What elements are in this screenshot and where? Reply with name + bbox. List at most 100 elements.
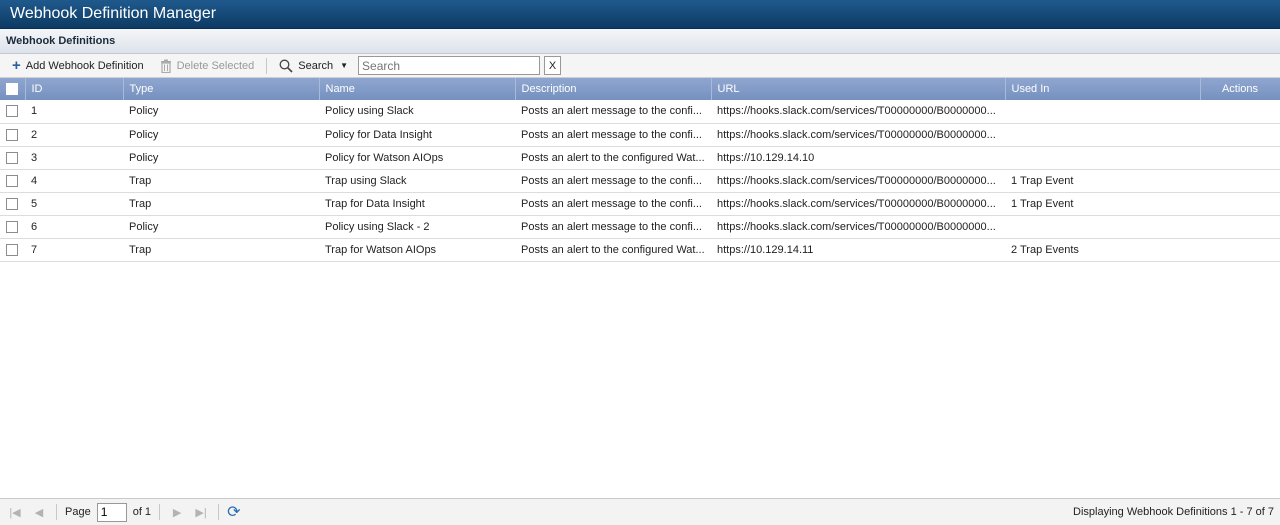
cell-type: Policy [123, 215, 319, 239]
row-checkbox[interactable] [6, 197, 18, 210]
select-all-header[interactable] [0, 78, 26, 100]
cell-actions[interactable] [1200, 169, 1280, 193]
search-input[interactable] [358, 56, 541, 75]
paging-separator [159, 504, 161, 520]
cell-type: Trap [123, 169, 319, 193]
add-webhook-label: Add Webhook Definition [25, 59, 144, 72]
cell-type: Trap [123, 238, 319, 262]
cell-actions[interactable] [1200, 238, 1280, 262]
cell-type: Policy [123, 123, 319, 147]
row-select-cell[interactable] [0, 238, 25, 262]
cell-actions[interactable] [1200, 146, 1280, 170]
cell-url: https://hooks.slack.com/services/T000000… [711, 215, 1005, 239]
cell-url: https://hooks.slack.com/services/T000000… [711, 169, 1005, 193]
webhook-table: ID Type Name Description URL Used In Act… [0, 78, 1280, 262]
paging-separator [218, 504, 220, 520]
cell-actions[interactable] [1200, 192, 1280, 216]
window-title: Webhook Definition Manager [0, 0, 1280, 29]
cell-url: https://hooks.slack.com/services/T000000… [711, 123, 1005, 147]
paging-toolbar: |◀ ◀ Page of 1 ▶ ▶| ⟳ Displaying Webhook… [0, 498, 1280, 525]
cell-actions[interactable] [1200, 215, 1280, 239]
cell-name: Policy for Data Insight [319, 123, 515, 147]
cell-name: Trap for Data Insight [319, 192, 515, 216]
cell-id: 6 [25, 215, 123, 239]
paging-status: Displaying Webhook Definitions 1 - 7 of … [1073, 506, 1274, 518]
column-header-used-in[interactable]: Used In [1005, 78, 1201, 100]
column-header-id[interactable]: ID [25, 78, 124, 100]
cell-used-in [1005, 215, 1200, 239]
row-checkbox[interactable] [6, 174, 18, 187]
cell-actions[interactable] [1200, 123, 1280, 147]
cell-used-in: 2 Trap Events [1005, 238, 1200, 262]
row-select-cell[interactable] [0, 146, 25, 170]
table-header-row: ID Type Name Description URL Used In Act… [0, 78, 1280, 100]
cell-type: Policy [123, 100, 319, 124]
cell-id: 1 [25, 100, 123, 124]
table-row[interactable]: 2 Policy Policy for Data Insight Posts an a… [0, 123, 1280, 147]
cell-name: Policy using Slack - 2 [319, 215, 515, 239]
page-label: Page [65, 506, 91, 518]
cell-used-in [1005, 146, 1200, 170]
last-page-icon[interactable]: ▶| [192, 506, 210, 519]
paging-separator [56, 504, 57, 520]
cell-description: Posts an alert message to the confi... [515, 100, 711, 124]
add-webhook-button[interactable]: + Add Webhook Definition [6, 56, 150, 76]
table-row[interactable]: 7 Trap Trap for Watson AIOps Posts an alert… [0, 238, 1280, 262]
cell-id: 2 [25, 123, 123, 147]
toolbar-separator [266, 57, 268, 74]
cell-url: https://10.129.14.11 [711, 238, 1005, 262]
cell-id: 4 [25, 169, 123, 193]
row-checkbox[interactable] [6, 151, 18, 164]
column-header-type[interactable]: Type [123, 78, 320, 100]
search-icon [279, 59, 293, 73]
cell-description: Posts an alert message to the confi... [515, 215, 711, 239]
row-select-cell[interactable] [0, 100, 25, 124]
table-row[interactable]: 5 Trap Trap for Data Insight Posts an alert… [0, 192, 1280, 216]
row-checkbox[interactable] [6, 220, 18, 233]
first-page-icon[interactable]: |◀ [6, 506, 24, 519]
cell-description: Posts an alert message to the confi... [515, 169, 711, 193]
cell-used-in: 1 Trap Event [1005, 192, 1200, 216]
cell-url: https://hooks.slack.com/services/T000000… [711, 192, 1005, 216]
cell-used-in [1005, 123, 1200, 147]
column-header-description[interactable]: Description [515, 78, 712, 100]
cell-id: 5 [25, 192, 123, 216]
cell-description: Posts an alert message to the confi... [515, 192, 711, 216]
next-page-icon[interactable]: ▶ [168, 506, 186, 519]
previous-page-icon[interactable]: ◀ [30, 506, 48, 519]
table-row[interactable]: 1 Policy Policy using Slack Posts an alert … [0, 100, 1280, 124]
cell-description: Posts an alert message to the confi... [515, 123, 711, 147]
toolbar: + Add Webhook Definition Delete Selected… [0, 54, 1280, 78]
row-select-cell[interactable] [0, 192, 25, 216]
row-select-cell[interactable] [0, 123, 25, 147]
row-checkbox[interactable] [6, 243, 18, 256]
cell-type: Policy [123, 146, 319, 170]
trash-icon [160, 59, 172, 73]
chevron-down-icon: ▼ [340, 61, 349, 70]
refresh-icon[interactable]: ⟳ [227, 502, 240, 522]
cell-actions[interactable] [1200, 100, 1280, 124]
row-select-cell[interactable] [0, 215, 25, 239]
cell-id: 3 [25, 146, 123, 170]
row-checkbox[interactable] [6, 128, 18, 141]
table-row[interactable]: 4 Trap Trap using Slack Posts an alert mess… [0, 169, 1280, 193]
cell-name: Policy for Watson AIOps [319, 146, 515, 170]
delete-selected-button[interactable]: Delete Selected [154, 56, 261, 76]
column-header-name[interactable]: Name [319, 78, 516, 100]
clear-search-button[interactable]: X [544, 56, 562, 75]
cell-type: Trap [123, 192, 319, 216]
webhook-manager-window: Webhook Definition Manager Webhook Defin… [0, 0, 1280, 525]
column-header-url[interactable]: URL [711, 78, 1006, 100]
table-row[interactable]: 6 Policy Policy using Slack - 2 Posts an al… [0, 215, 1280, 239]
panel-title: Webhook Definitions [0, 29, 1280, 54]
delete-selected-label: Delete Selected [176, 59, 255, 72]
row-checkbox[interactable] [6, 105, 18, 118]
search-menu-button[interactable]: Search ▼ [273, 56, 354, 76]
row-select-cell[interactable] [0, 169, 25, 193]
page-number-input[interactable] [96, 502, 127, 522]
table-row[interactable]: 3 Policy Policy for Watson AIOps Posts an a… [0, 146, 1280, 170]
cell-id: 7 [25, 238, 123, 262]
column-header-actions[interactable]: Actions [1200, 78, 1280, 100]
cell-url: https://hooks.slack.com/services/T000000… [711, 100, 1005, 124]
select-all-checkbox[interactable] [6, 83, 18, 96]
